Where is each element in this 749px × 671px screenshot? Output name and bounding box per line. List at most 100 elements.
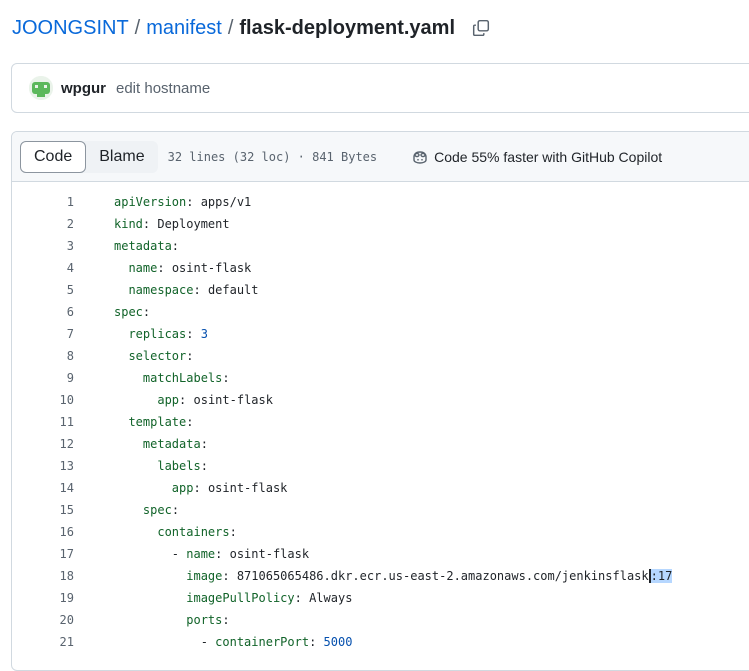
line-content: metadata: — [74, 437, 208, 451]
line-number[interactable]: 16 — [12, 525, 74, 539]
code-line[interactable]: 19 imagePullPolicy: Always — [12, 587, 749, 609]
line-content: image: 871065065486.dkr.ecr.us-east-2.am… — [74, 569, 673, 583]
line-number[interactable]: 15 — [12, 503, 74, 517]
view-mode-toggle: Code Blame — [20, 140, 158, 173]
code-line[interactable]: 2 kind: Deployment — [12, 213, 749, 235]
code-line[interactable]: 17 - name: osint-flask — [12, 543, 749, 565]
yaml-colon: : — [222, 569, 237, 583]
yaml-value: default — [207, 283, 259, 297]
copy-path-button[interactable] — [469, 16, 493, 40]
line-number[interactable]: 6 — [12, 305, 74, 319]
code-line[interactable]: 1 apiVersion: apps/v1 — [12, 191, 749, 213]
yaml-value: osint-flask — [193, 393, 273, 407]
line-content: labels: — [74, 459, 208, 473]
breadcrumb-separator: / — [227, 16, 234, 39]
breadcrumb-separator: / — [134, 16, 141, 39]
yaml-key: spec — [114, 305, 143, 319]
line-number[interactable]: 19 — [12, 591, 74, 605]
yaml-key: image — [186, 569, 223, 583]
commit-message[interactable]: edit hostname — [116, 80, 210, 97]
code-line[interactable]: 16 containers: — [12, 521, 749, 543]
line-number[interactable]: 20 — [12, 613, 74, 627]
tab-blame[interactable]: Blame — [86, 141, 157, 173]
yaml-colon: : — [186, 327, 201, 341]
yaml-colon: : — [294, 591, 310, 605]
line-number[interactable]: 11 — [12, 415, 74, 429]
file-header: Code Blame 32 lines (32 loc) · 841 Bytes… — [12, 132, 749, 182]
selected-text: :17 — [648, 569, 673, 583]
breadcrumb-file-name: flask-deployment.yaml — [239, 16, 456, 39]
code-line[interactable]: 18 image: 871065065486.dkr.ecr.us-east-2… — [12, 565, 749, 587]
yaml-key: labels — [157, 459, 201, 473]
yaml-value: Deployment — [157, 217, 230, 231]
yaml-value: 5000 — [323, 635, 353, 649]
line-number[interactable]: 17 — [12, 547, 74, 561]
line-content: ports: — [74, 613, 229, 627]
yaml-key: namespace — [128, 283, 194, 297]
yaml-key: imagePullPolicy — [186, 591, 295, 605]
code-line[interactable]: 3 metadata: — [12, 235, 749, 257]
code-view[interactable]: 1 apiVersion: apps/v1 2 kind: Deployment 3 me… — [12, 182, 749, 653]
line-number[interactable]: 21 — [12, 635, 74, 649]
line-number[interactable]: 7 — [12, 327, 74, 341]
line-indent: - — [114, 547, 187, 561]
breadcrumb-owner-link[interactable]: JOONGSINT — [12, 17, 129, 40]
yaml-key: kind — [114, 217, 143, 231]
copilot-icon — [413, 150, 427, 164]
code-line[interactable]: 5 namespace: default — [12, 279, 749, 301]
yaml-colon: : — [186, 349, 194, 363]
code-line[interactable]: 14 app: osint-flask — [12, 477, 749, 499]
code-line[interactable]: 6 spec: — [12, 301, 749, 323]
yaml-value: osint-flask — [207, 481, 288, 495]
code-line[interactable]: 8 selector: — [12, 345, 749, 367]
file-meta: 32 lines (32 loc) · 841 Bytes — [167, 149, 378, 164]
yaml-key: containers — [157, 525, 230, 539]
code-line[interactable]: 10 app: osint-flask — [12, 389, 749, 411]
avatar[interactable] — [29, 76, 53, 100]
line-number[interactable]: 14 — [12, 481, 74, 495]
line-number[interactable]: 2 — [12, 217, 74, 231]
yaml-key: replicas — [128, 327, 187, 341]
line-number[interactable]: 4 — [12, 261, 74, 275]
code-line[interactable]: 20 ports: — [12, 609, 749, 631]
yaml-key: matchLabels — [142, 371, 223, 385]
line-number[interactable]: 8 — [12, 349, 74, 363]
line-number[interactable]: 10 — [12, 393, 74, 407]
commit-author[interactable]: wpgur — [61, 80, 106, 97]
yaml-colon: : — [193, 481, 208, 495]
line-content: selector: — [74, 349, 193, 363]
yaml-colon: : — [309, 635, 324, 649]
line-number[interactable]: 1 — [12, 195, 74, 209]
copy-icon — [472, 19, 490, 37]
line-content: app: osint-flask — [74, 481, 288, 495]
yaml-colon: : — [215, 547, 230, 561]
line-number[interactable]: 5 — [12, 283, 74, 297]
code-line[interactable]: 11 template: — [12, 411, 749, 433]
code-line[interactable]: 13 labels: — [12, 455, 749, 477]
line-number[interactable]: 12 — [12, 437, 74, 451]
code-line[interactable]: 9 matchLabels: — [12, 367, 749, 389]
copilot-promo-link[interactable]: Code 55% faster with GitHub Copilot — [411, 149, 662, 165]
code-line[interactable]: 12 metadata: — [12, 433, 749, 455]
yaml-colon: : — [157, 261, 172, 275]
line-number[interactable]: 13 — [12, 459, 74, 473]
line-content: apiVersion: apps/v1 — [74, 195, 251, 209]
line-number[interactable]: 18 — [12, 569, 74, 583]
code-line[interactable]: 7 replicas: 3 — [12, 323, 749, 345]
code-line[interactable]: 4 name: osint-flask — [12, 257, 749, 279]
yaml-colon: : — [179, 393, 194, 407]
breadcrumb-repo-link[interactable]: manifest — [146, 17, 222, 40]
yaml-colon: : — [222, 371, 230, 385]
yaml-colon: : — [171, 239, 180, 253]
line-number[interactable]: 3 — [12, 239, 74, 253]
line-content: spec: — [74, 305, 150, 319]
line-number[interactable]: 9 — [12, 371, 74, 385]
tab-code[interactable]: Code — [20, 140, 87, 173]
code-line[interactable]: 15 spec: — [12, 499, 749, 521]
